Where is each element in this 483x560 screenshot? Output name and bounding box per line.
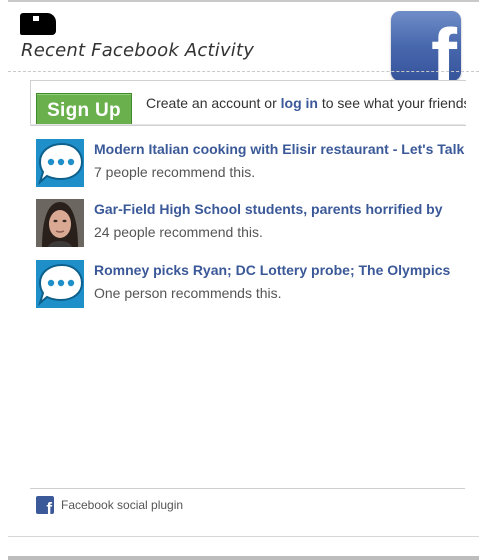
item-recommend-count: 24 people recommend this.: [94, 224, 263, 240]
header-divider: [8, 71, 479, 72]
bottom-divider: [8, 536, 479, 537]
widget-title: Recent Facebook Activity: [21, 40, 255, 61]
bottom-border: [8, 556, 479, 560]
person-photo[interactable]: [36, 199, 84, 247]
login-link[interactable]: log in: [281, 95, 318, 111]
item-title-link[interactable]: Modern Italian cooking with Elisir resta…: [94, 141, 465, 157]
activity-plugin: Sign Up Create an account or log in to s…: [30, 80, 466, 536]
signup-divider: [30, 124, 465, 125]
signup-button[interactable]: Sign Up: [36, 93, 132, 125]
item-title-link[interactable]: Romney picks Ryan; DC Lottery probe; The…: [94, 262, 465, 278]
item-recommend-count: One person recommends this.: [94, 285, 282, 301]
redacted-logo-icon: [20, 13, 56, 35]
item-title-link[interactable]: Gar-Field High School students, parents …: [94, 201, 465, 217]
footer-divider: [30, 488, 465, 489]
signup-prompt: Create an account or log in to see what …: [146, 95, 466, 111]
facebook-f-icon[interactable]: f: [36, 496, 54, 514]
speech-bubble-icon[interactable]: [36, 139, 84, 187]
list-item: Romney picks Ryan; DC Lottery probe; The…: [36, 260, 465, 308]
list-item: Gar-Field High School students, parents …: [36, 199, 465, 247]
item-recommend-count: 7 people recommend this.: [94, 164, 256, 180]
facebook-f-glyph: f: [46, 499, 52, 514]
signup-text-after: to see what your friends are doing.: [321, 95, 466, 111]
speech-bubble-icon[interactable]: [36, 260, 84, 308]
top-divider: [8, 0, 479, 2]
list-item: Modern Italian cooking with Elisir resta…: [36, 139, 465, 187]
signup-bar: Sign Up Create an account or log in to s…: [30, 80, 466, 126]
signup-text-before: Create an account or: [146, 95, 281, 111]
social-plugin-label[interactable]: Facebook social plugin: [61, 498, 183, 512]
